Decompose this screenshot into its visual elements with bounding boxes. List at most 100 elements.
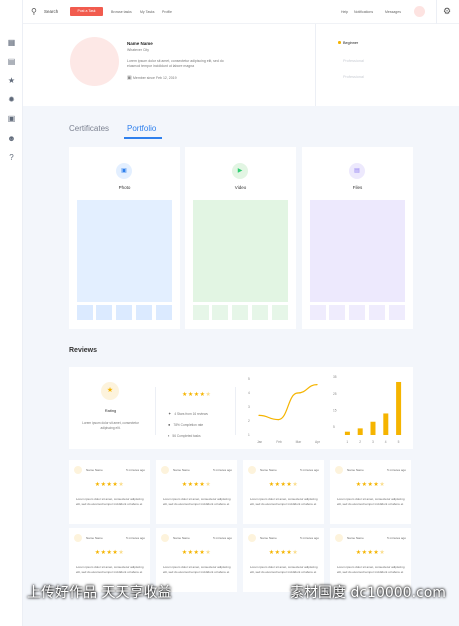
files-icon: ▤	[349, 163, 365, 179]
nav-help[interactable]: Help	[341, 10, 348, 14]
bar	[357, 428, 363, 435]
review-text: Lorem ipsum dolor sit amet, consectetur …	[163, 497, 231, 506]
review-text: Lorem ipsum dolor sit amet, consectetur …	[250, 497, 318, 506]
portfolio-thumb[interactable]	[252, 305, 268, 320]
nav-profile[interactable]: Profile	[162, 10, 172, 14]
search-input[interactable]: Search	[44, 9, 58, 14]
portfolio-thumb[interactable]	[272, 305, 288, 320]
data-point	[277, 419, 279, 421]
reviewer-avatar	[248, 534, 256, 542]
x-tick-label: Mar	[296, 440, 302, 444]
divider	[436, 0, 437, 24]
post-task-button[interactable]: Post a Task	[70, 7, 103, 16]
reviewer-avatar	[74, 466, 82, 474]
pin-icon: ●	[168, 422, 171, 427]
review-time: 5 minutes ago	[126, 536, 145, 540]
bar	[383, 413, 389, 435]
portfolio-thumb[interactable]	[310, 305, 326, 320]
portfolio-preview[interactable]	[310, 200, 405, 302]
portfolio-card-video[interactable]: ▶ Video	[185, 147, 296, 329]
portfolio-thumb[interactable]	[389, 305, 405, 320]
photo-icon: ▣	[116, 163, 132, 179]
star-rating: ★★★★★	[268, 482, 299, 488]
y-tick-label: 25	[333, 392, 337, 396]
calendar-icon: ▣	[127, 75, 132, 81]
portfolio-thumb[interactable]	[193, 305, 209, 320]
active-tab-indicator	[124, 137, 162, 139]
search-icon[interactable]: ⚲	[31, 7, 37, 16]
left-sidebar: ▦ ▤ ★ ✹ ▣ ☻ ?	[0, 0, 23, 626]
nav-messages[interactable]: Messages	[385, 10, 401, 14]
level-label: Professional	[343, 75, 364, 79]
review-time: 5 minutes ago	[300, 468, 319, 472]
portfolio-thumb[interactable]	[349, 305, 365, 320]
gear-icon[interactable]: ⚙	[443, 6, 451, 17]
document-icon[interactable]: ▤	[7, 57, 16, 66]
portfolio-card-files[interactable]: ▤ Files	[302, 147, 413, 329]
portfolio-thumb[interactable]	[329, 305, 345, 320]
badge-icon[interactable]: ✹	[7, 95, 16, 104]
reviewer-name: Name Name	[173, 468, 190, 472]
level-beginner: Beginner	[338, 41, 358, 45]
stat-text: 56 Completed tasks	[172, 434, 201, 438]
y-tick-label: 35	[333, 375, 337, 379]
stat-stars: ✦ 4 Stars from 16 reviews	[168, 411, 208, 416]
portfolio-thumb[interactable]	[212, 305, 228, 320]
x-tick-label: 1	[346, 440, 348, 444]
line-chart: 5 4 3 2 1 Jan Feb Mar Apr	[248, 377, 321, 444]
profile-location: Whatever City	[127, 48, 149, 52]
tab-certificates[interactable]: Certificates	[69, 124, 109, 133]
portfolio-preview[interactable]	[193, 200, 288, 302]
bar	[370, 421, 376, 435]
y-tick-label: 4	[248, 391, 250, 395]
review-time: 5 minutes ago	[300, 536, 319, 540]
inbox-icon[interactable]: ▣	[7, 114, 16, 123]
portfolio-preview[interactable]	[77, 200, 172, 302]
review-text: Lorem ipsum dolor sit amet, consectetur …	[337, 565, 405, 574]
divider	[235, 387, 236, 435]
x-tick-label: 5	[398, 440, 400, 444]
reviewer-name: Name Name	[173, 536, 190, 540]
profile-header: Name Name Whatever City Lorem ipsum dolo…	[23, 24, 459, 106]
review-time: 5 minutes ago	[387, 468, 406, 472]
nav-my-tasks[interactable]: My Tasks	[140, 10, 155, 14]
data-point	[316, 384, 318, 386]
tab-portfolio[interactable]: Portfolio	[127, 124, 156, 133]
portfolio-thumb[interactable]	[136, 305, 152, 320]
portfolio-thumb[interactable]	[77, 305, 93, 320]
portfolio-thumb[interactable]	[232, 305, 248, 320]
reviewer-name: Name Name	[347, 468, 364, 472]
star-rating: ★★★★★	[94, 482, 125, 488]
reviewer-avatar	[335, 466, 343, 474]
data-point	[258, 414, 260, 416]
avatar[interactable]	[414, 6, 425, 17]
reviewer-name: Name Name	[260, 468, 277, 472]
help-icon[interactable]: ?	[7, 153, 16, 162]
level-label: Professional	[343, 59, 364, 63]
reviewer-avatar	[161, 466, 169, 474]
portfolio-title: Video	[234, 185, 247, 190]
portfolio-thumb[interactable]	[116, 305, 132, 320]
y-tick-label: 2	[248, 419, 250, 423]
review-time: 5 minutes ago	[213, 468, 232, 472]
dashboard-icon[interactable]: ▦	[7, 38, 16, 47]
portfolio-thumb[interactable]	[96, 305, 112, 320]
nav-browse-tasks[interactable]: Browse tasks	[111, 10, 132, 14]
review-card: Name Name 5 minutes ago ★★★★★ Lorem ipsum d…	[330, 460, 411, 524]
reviewer-avatar	[161, 534, 169, 542]
users-icon[interactable]: ☻	[7, 134, 16, 143]
reviews-summary: ★ Rating Lorem ipsum dolor sit amet, con…	[69, 367, 413, 449]
review-text: Lorem ipsum dolor sit amet, consectetur …	[76, 565, 144, 574]
member-since: Member since Feb 12, 2019	[133, 76, 177, 80]
star-rating: ★★★★★	[268, 550, 299, 556]
x-tick-label: 2	[359, 440, 361, 444]
star-icon[interactable]: ★	[7, 76, 16, 85]
portfolio-card-photo[interactable]: ▣ Photo	[69, 147, 180, 329]
nav-notifications[interactable]: Notifications	[354, 10, 373, 14]
portfolio-thumb[interactable]	[156, 305, 172, 320]
review-card: Name Name 5 minutes ago ★★★★★ Lorem ipsum d…	[69, 460, 150, 524]
reviewer-name: Name Name	[86, 536, 103, 540]
bar-chart: 35 25 15 5 1 2 3 4 5	[333, 375, 402, 444]
star-rating: ★★★★★	[355, 550, 386, 556]
portfolio-thumb[interactable]	[369, 305, 385, 320]
